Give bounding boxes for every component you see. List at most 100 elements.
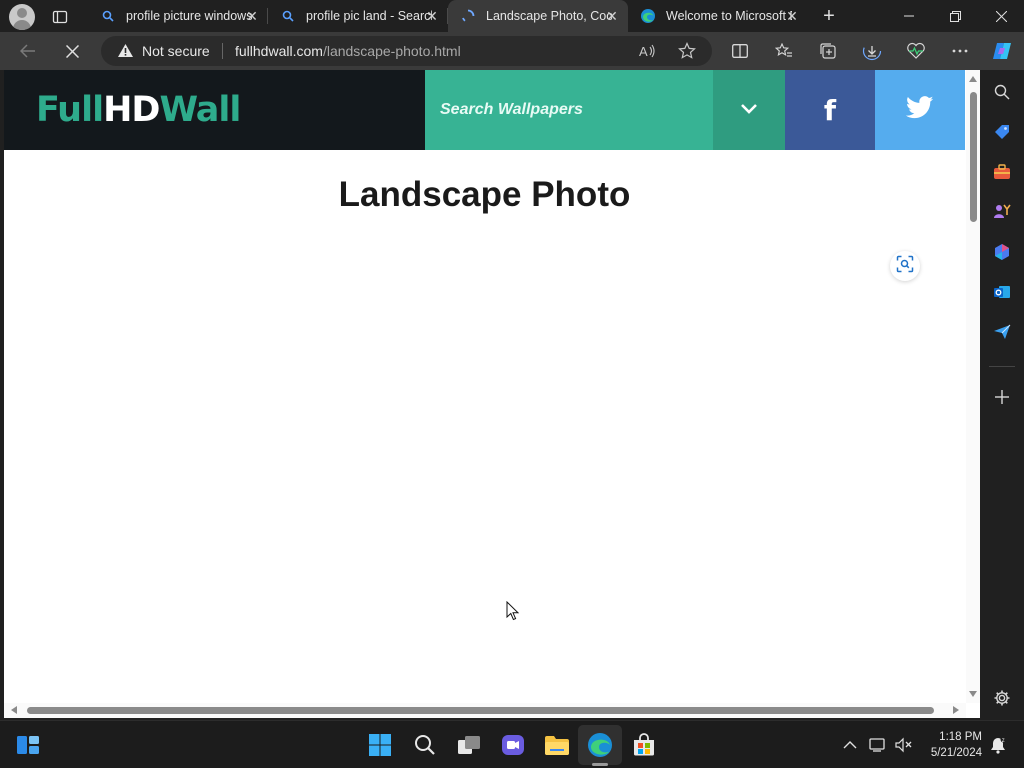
edge-sidebar xyxy=(980,70,1024,718)
logo-full-text: Full xyxy=(36,90,104,130)
scroll-down-icon[interactable] xyxy=(969,691,977,697)
scrollbar-thumb[interactable] xyxy=(970,92,977,222)
page-viewport: FullHDWall f Landscape Photo xyxy=(4,70,980,718)
twitter-icon xyxy=(905,96,934,124)
tab-landscape-photo[interactable]: Landscape Photo, Cool ✕ xyxy=(448,0,628,32)
send-icon[interactable] xyxy=(991,321,1013,343)
close-tab-icon[interactable]: ✕ xyxy=(604,8,620,24)
minimize-button[interactable] xyxy=(886,0,932,32)
add-app-icon[interactable] xyxy=(991,386,1013,408)
loading-icon xyxy=(460,8,476,24)
active-app-indicator xyxy=(592,763,608,766)
search-area xyxy=(425,70,713,150)
notifications-icon[interactable]: z xyxy=(984,731,1012,759)
close-window-button[interactable] xyxy=(978,0,1024,32)
windows-taskbar: 1:18 PM 5/21/2024 z xyxy=(0,720,1024,768)
visual-search-icon xyxy=(896,255,914,278)
security-label[interactable]: Not secure xyxy=(142,43,210,59)
microsoft-365-icon[interactable] xyxy=(991,241,1013,263)
tab-profile-pic-land[interactable]: profile pic land - Search ✕ xyxy=(268,0,448,32)
games-icon[interactable] xyxy=(991,201,1013,223)
twitter-button[interactable] xyxy=(875,70,965,150)
site-header: FullHDWall f xyxy=(4,70,965,150)
edge-icon xyxy=(640,8,656,24)
scroll-left-icon[interactable] xyxy=(11,706,17,714)
network-icon[interactable] xyxy=(864,731,892,759)
tab-title: profile pic land - Search xyxy=(306,9,432,23)
svg-text:z: z xyxy=(1002,738,1005,744)
site-logo[interactable]: FullHDWall xyxy=(36,90,241,130)
tab-profile-picture[interactable]: profile picture windows ✕ xyxy=(88,0,268,32)
scroll-right-icon[interactable] xyxy=(953,706,959,714)
file-explorer-icon[interactable] xyxy=(543,731,571,759)
edge-taskbar-icon[interactable] xyxy=(586,731,614,759)
outlook-icon[interactable] xyxy=(991,281,1013,303)
browser-tab-bar: profile picture windows ✕ profile pic la… xyxy=(0,0,1024,32)
url-text[interactable]: fullhdwall.com/landscape-photo.html xyxy=(235,43,461,59)
browser-toolbar: Not secure fullhdwall.com/landscape-phot… xyxy=(0,32,1024,70)
collections-icon[interactable] xyxy=(816,40,840,62)
sidebar-divider xyxy=(989,366,1015,367)
scrollbar-thumb[interactable] xyxy=(27,707,934,714)
address-bar[interactable]: Not secure fullhdwall.com/landscape-phot… xyxy=(101,36,712,66)
clock-date: 5/21/2024 xyxy=(930,747,982,759)
volume-muted-icon[interactable] xyxy=(890,731,918,759)
tab-title: profile picture windows xyxy=(126,9,252,23)
start-windows-icon[interactable] xyxy=(366,731,394,759)
vertical-scrollbar[interactable] xyxy=(966,70,980,703)
read-aloud-icon[interactable]: A xyxy=(636,41,658,61)
menu-dropdown-button[interactable] xyxy=(713,70,785,150)
favorite-star-icon[interactable] xyxy=(676,41,698,61)
mouse-cursor-icon xyxy=(506,600,520,626)
logo-area: FullHDWall xyxy=(4,70,425,150)
microsoft-store-icon[interactable] xyxy=(630,731,658,759)
facebook-icon: f xyxy=(823,93,837,127)
horizontal-scrollbar[interactable] xyxy=(4,703,966,718)
show-hidden-icons-chevron[interactable] xyxy=(836,731,864,759)
favorites-icon[interactable] xyxy=(772,40,796,62)
warning-icon[interactable] xyxy=(117,43,134,63)
back-button[interactable] xyxy=(14,38,42,64)
widgets-icon[interactable] xyxy=(14,731,42,759)
tab-welcome-edge[interactable]: Welcome to Microsoft Edge ✕ xyxy=(628,0,808,32)
more-options-icon[interactable] xyxy=(948,40,972,62)
screen: profile picture windows ✕ profile pic la… xyxy=(0,0,1024,768)
url-path: /landscape-photo.html xyxy=(322,43,461,59)
close-tab-icon[interactable]: ✕ xyxy=(244,8,260,24)
copilot-icon[interactable] xyxy=(990,40,1014,62)
tab-title: Landscape Photo, Cool xyxy=(486,9,612,23)
tab-title: Welcome to Microsoft Edge xyxy=(666,9,792,23)
scroll-up-icon[interactable] xyxy=(969,76,977,82)
task-view-icon[interactable] xyxy=(455,731,483,759)
system-clock[interactable]: 1:18 PM 5/21/2024 xyxy=(920,729,982,761)
chevron-down-icon xyxy=(740,101,758,119)
tools-icon[interactable] xyxy=(991,161,1013,183)
downloads-icon[interactable] xyxy=(860,40,884,62)
profile-avatar[interactable] xyxy=(9,4,35,30)
taskbar-search-icon[interactable] xyxy=(411,731,439,759)
facebook-button[interactable]: f xyxy=(785,70,875,150)
shopping-tag-icon[interactable] xyxy=(991,121,1013,143)
new-tab-button[interactable]: + xyxy=(818,6,840,26)
search-input[interactable] xyxy=(440,99,700,121)
sidebar-search-icon[interactable] xyxy=(991,81,1013,103)
divider xyxy=(222,43,223,59)
search-icon xyxy=(100,8,116,24)
page-title: Landscape Photo xyxy=(338,175,631,214)
tab-actions-icon[interactable] xyxy=(48,6,72,28)
browser-essentials-icon[interactable] xyxy=(904,40,928,62)
url-domain: fullhdwall.com xyxy=(235,43,323,59)
visual-search-button[interactable] xyxy=(890,251,920,281)
close-tab-icon[interactable]: ✕ xyxy=(424,8,440,24)
logo-wall-text: Wall xyxy=(159,90,241,130)
close-tab-icon[interactable]: ✕ xyxy=(784,8,800,24)
logo-hd-text: HD xyxy=(103,90,160,130)
search-icon xyxy=(280,8,296,24)
svg-text:A: A xyxy=(639,44,648,59)
stop-loading-button[interactable] xyxy=(58,38,86,64)
teams-chat-icon[interactable] xyxy=(499,731,527,759)
restore-button[interactable] xyxy=(932,0,978,32)
settings-gear-icon[interactable] xyxy=(991,687,1013,709)
split-screen-icon[interactable] xyxy=(728,40,752,62)
clock-time: 1:18 PM xyxy=(939,731,982,743)
